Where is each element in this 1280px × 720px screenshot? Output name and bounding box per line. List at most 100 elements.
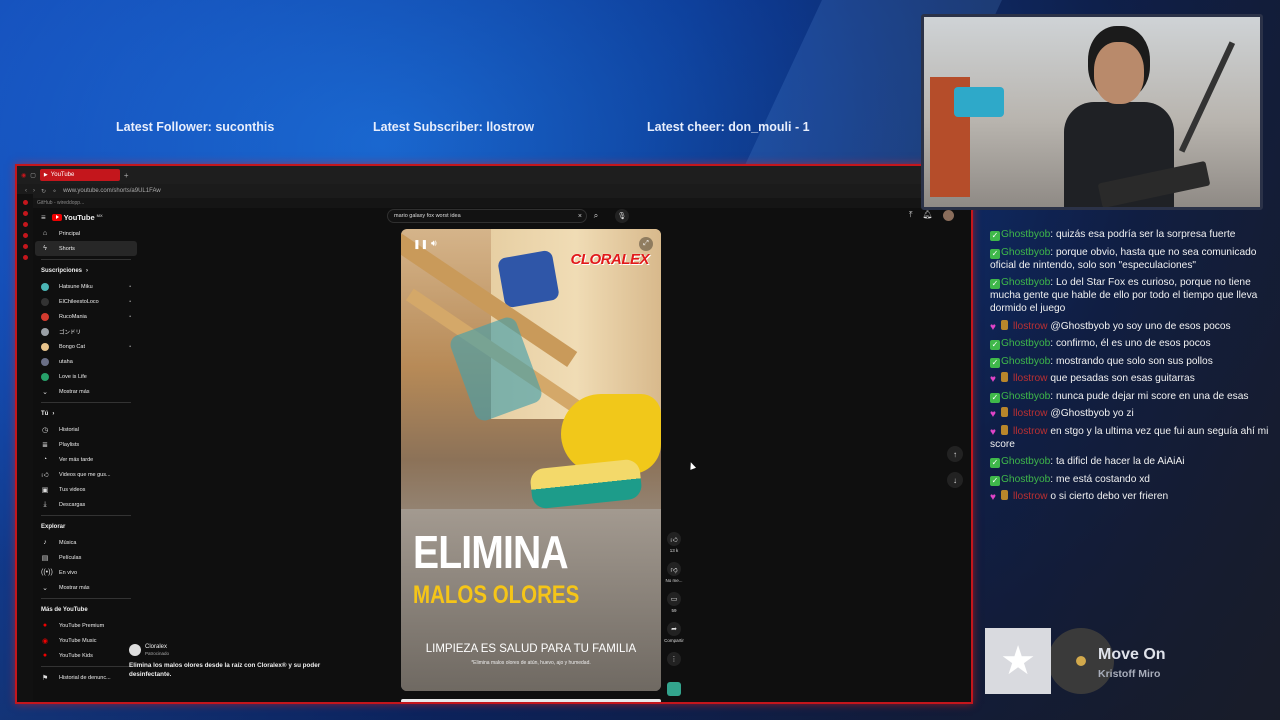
sponsored-label: Patrocinado — [145, 650, 170, 656]
next-short-button[interactable]: ↓ — [947, 472, 963, 488]
chat-username[interactable]: Ghostbyob — [1001, 229, 1050, 240]
header-actions: ⤒ 🔔︎ — [909, 210, 954, 221]
sidebar-item-downloads[interactable]: ⤓ Descargas — [35, 497, 137, 512]
tab-list-icon[interactable]: ▢ — [30, 172, 36, 179]
window-menu-icon[interactable]: ◉ — [21, 172, 26, 179]
youtube-logo[interactable]: YouTube MX — [51, 213, 103, 222]
sidebar-item-live[interactable]: ((•)) En vivo — [35, 565, 137, 580]
next-short-preview[interactable] — [401, 699, 661, 702]
notifications-bell-icon[interactable]: 🔔︎ — [923, 210, 933, 221]
chat-text: mostrando que solo son sus pollos — [1055, 355, 1213, 367]
dock-item-icon[interactable] — [22, 211, 28, 216]
site-info-icon[interactable]: ⚬ — [52, 188, 57, 195]
chat-username[interactable]: Ghostbyob — [1001, 474, 1050, 485]
bookmark-item[interactable]: GitHub - wireddopp... — [37, 200, 84, 206]
dock-item-icon[interactable] — [22, 233, 28, 238]
forward-icon[interactable]: › — [33, 188, 35, 194]
show-more-explore[interactable]: ⌄ Mostrar más — [35, 580, 137, 595]
address-bar[interactable]: ‹ › ↻ ⚬ www.youtube.com/shorts/a9UL1FAw … — [17, 184, 971, 198]
ad-subheadline: MALOS OLORES — [413, 581, 580, 609]
sidebar-item-watch-later[interactable]: ◔ Ver más tarde — [35, 452, 137, 467]
sidebar-item-movies[interactable]: ▤ Películas — [35, 550, 137, 565]
dislike-button[interactable]: 👎︎ — [667, 562, 681, 576]
channel-name: Love is Life — [59, 373, 87, 380]
dock-item-icon[interactable] — [22, 200, 28, 205]
share-button[interactable]: ➦ — [667, 622, 681, 636]
subscription-item[interactable]: utaha — [35, 354, 137, 369]
sidebar-item-report-history[interactable]: ⚑ Historial de denunc... — [35, 670, 137, 685]
tab-title: YouTube — [50, 172, 75, 178]
sidebar-item-youtube-music[interactable]: ◉ YouTube Music — [35, 633, 137, 648]
sponsor-channel[interactable]: Cloralex Patrocinado — [129, 644, 329, 656]
sidebar-item-youtube-premium[interactable]: ● YouTube Premium — [35, 618, 137, 633]
search-button[interactable]: ⌕ — [589, 209, 603, 223]
search-input[interactable]: mario galaxy fox worst idea × — [387, 209, 587, 223]
subscription-item[interactable]: RucoMania • — [35, 309, 137, 324]
sidebar-item-principal[interactable]: ⌂ Principal — [35, 226, 137, 241]
fullscreen-icon[interactable]: ⤢ — [639, 237, 653, 251]
sidebar-item-music[interactable]: ♪ Música — [35, 535, 137, 550]
subscription-item[interactable]: Hatsune Miku • — [35, 279, 137, 294]
sponsor-avatar[interactable] — [129, 644, 141, 656]
chat-username[interactable]: llostrow — [1013, 426, 1048, 437]
sidebar-section-you[interactable]: Tú › — [35, 406, 137, 422]
subscriber-badge-icon — [1001, 424, 1008, 435]
chat-username[interactable]: Ghostbyob — [1001, 356, 1050, 367]
home-icon: ⌂ — [42, 230, 48, 237]
sidebar-item-youtube-kids[interactable]: ● YouTube Kids — [35, 648, 137, 663]
divider — [41, 598, 131, 599]
film-icon: ▤ — [41, 554, 49, 562]
hamburger-menu-icon[interactable]: ≡ — [41, 213, 46, 222]
youtube-music-icon: ◉ — [41, 637, 49, 645]
chat-username[interactable]: llostrow — [1013, 373, 1048, 384]
dock-item-icon[interactable] — [22, 255, 28, 260]
channel-name: RucoMania — [59, 313, 87, 320]
subscription-item[interactable]: ゴンドリ — [35, 324, 137, 339]
subscription-item[interactable]: Love is Life — [35, 369, 137, 384]
sidebar-item-shorts[interactable]: ϟ Shorts — [35, 241, 137, 256]
streamer-head — [1094, 42, 1144, 104]
account-avatar[interactable] — [942, 210, 954, 221]
dock-item-icon[interactable] — [22, 222, 28, 227]
clear-search-icon[interactable]: × — [578, 213, 582, 220]
sidebar-item-playlists[interactable]: ≣ Playlists — [35, 437, 137, 452]
sidebar-item-your-videos[interactable]: ▣ Tus videos — [35, 482, 137, 497]
pause-icon[interactable]: ❚❚ — [413, 239, 428, 250]
channel-avatar — [41, 372, 49, 381]
dock-item-icon[interactable] — [22, 244, 28, 249]
like-button[interactable]: 👍︎ — [667, 532, 681, 546]
chat-username[interactable]: llostrow — [1013, 491, 1048, 502]
now-playing-title: Move On — [1098, 646, 1166, 663]
previous-short-button[interactable]: ↑ — [947, 446, 963, 462]
chat-username[interactable]: llostrow — [1013, 321, 1048, 332]
chat-username[interactable]: Ghostbyob — [1001, 391, 1050, 402]
shorts-video-player[interactable]: CLORALEX ❚❚ 🔊︎ ⤢ ELIMINA MALOS OLORES LI… — [401, 229, 661, 691]
url-text[interactable]: www.youtube.com/shorts/a9UL1FAw — [63, 188, 161, 194]
show-more-subscriptions[interactable]: ⌄ Mostrar más — [35, 384, 137, 399]
more-options-button[interactable]: ⋮ — [667, 652, 681, 666]
sponsor-name[interactable]: Cloralex — [145, 644, 169, 651]
audio-source-thumbnail[interactable] — [667, 682, 681, 696]
new-tab-icon[interactable]: + — [124, 171, 129, 180]
sidebar-item-liked-videos[interactable]: 👍︎ Videos que me gus... — [35, 467, 137, 482]
volume-icon[interactable]: 🔊︎ — [431, 238, 437, 249]
tab-bar: ◉ ▢ ▶ YouTube + — [17, 166, 971, 184]
chat-username[interactable]: Ghostbyob — [1001, 277, 1050, 288]
comments-button[interactable]: ▭ — [667, 592, 681, 606]
chat-username[interactable]: Ghostbyob — [1001, 247, 1050, 258]
chat-text: @Ghostbyob yo soy uno de esos pocos — [1050, 320, 1231, 332]
subscription-item[interactable]: ElChileestoLoco • — [35, 294, 137, 309]
reload-icon[interactable]: ↻ — [41, 188, 46, 195]
sidebar-section-subscriptions[interactable]: Suscripciones › — [35, 263, 137, 279]
tab-youtube[interactable]: ▶ YouTube — [39, 169, 120, 181]
upload-icon[interactable]: ⤒ — [909, 210, 913, 221]
sponsor-description: Elimina los malos olores desde la raíz c… — [129, 662, 321, 678]
chat-username[interactable]: llostrow — [1013, 408, 1048, 419]
sidebar-item-history[interactable]: ◷ Historial — [35, 422, 137, 437]
chat-username[interactable]: Ghostbyob — [1001, 456, 1050, 467]
divider — [41, 259, 131, 260]
subscription-item[interactable]: Bongo Cat • — [35, 339, 137, 354]
chat-username[interactable]: Ghostbyob — [1001, 338, 1050, 349]
voice-search-button[interactable]: 🎙︎ — [615, 209, 629, 223]
chat-message: ✓ Ghostbyob: Lo del Star Fox es curioso, … — [990, 276, 1270, 315]
